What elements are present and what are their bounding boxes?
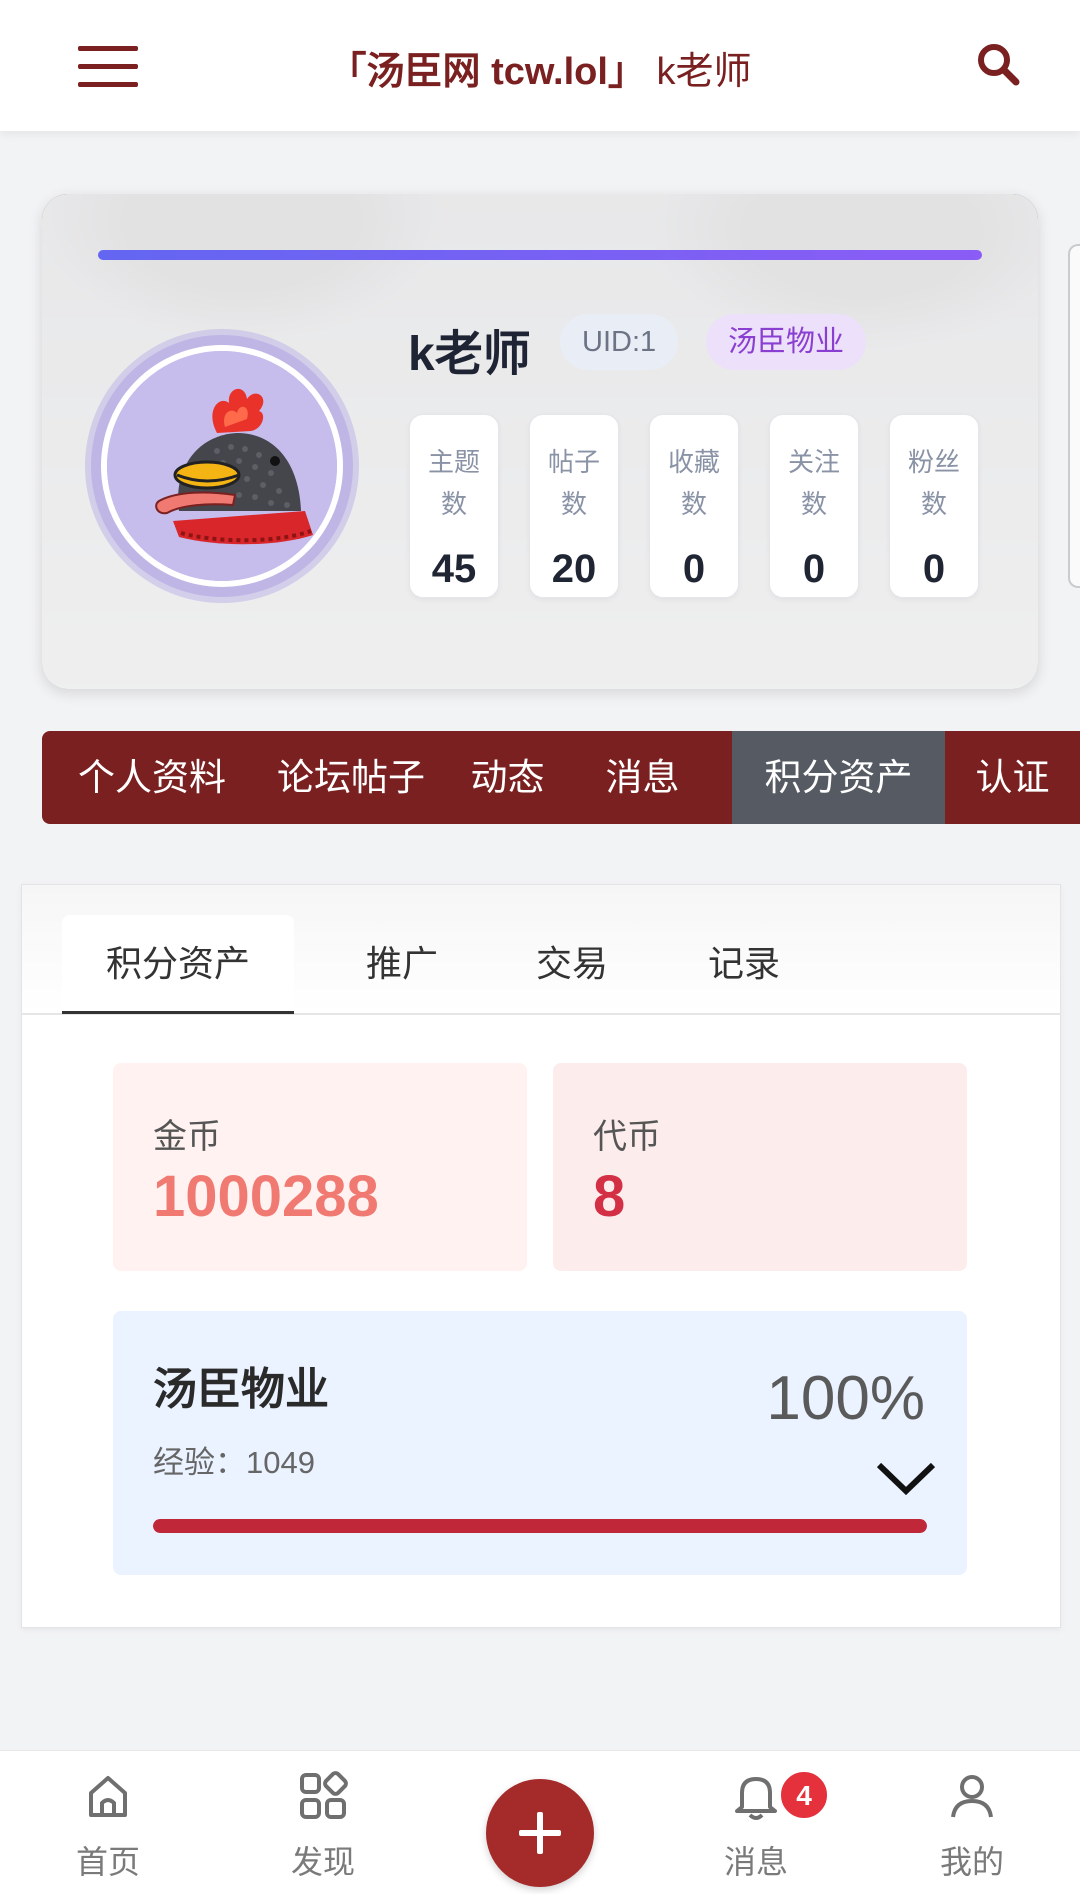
assets-panel: 积分资产 推广 交易 记录 金币 1000288 代币 8 汤臣物业 经验：10… — [21, 884, 1061, 1628]
token-card: 代币 8 — [553, 1063, 967, 1271]
user-name: k老师 — [408, 328, 531, 381]
stat-label: 粉丝数 — [907, 447, 960, 519]
subtab-trade[interactable]: 交易 — [492, 915, 652, 1013]
stat-value: 20 — [551, 547, 597, 591]
home-icon — [83, 1771, 133, 1821]
bell-icon — [731, 1771, 781, 1821]
token-label: 代币 — [593, 1118, 661, 1156]
gold-label: 金币 — [153, 1118, 221, 1156]
plus-icon — [519, 1812, 561, 1854]
side-drawer-handle[interactable] — [1068, 244, 1080, 588]
tab-verification[interactable]: 认证 — [945, 731, 1080, 824]
subtab-records[interactable]: 记录 — [664, 915, 824, 1013]
level-exp: 经验：1049 — [153, 1445, 315, 1480]
level-progress-fill — [153, 1519, 927, 1533]
stat-label: 收藏数 — [667, 447, 720, 519]
active-tab-underline — [62, 1011, 294, 1014]
asset-sub-tabs: 积分资产 推广 交易 记录 — [22, 885, 1060, 1015]
stat-label: 主题数 — [427, 447, 480, 519]
chevron-down-icon[interactable] — [875, 1459, 937, 1499]
nav-discover-label: 发现 — [290, 1844, 355, 1880]
stat-followers[interactable]: 粉丝数 0 — [889, 414, 979, 598]
role-badge: 汤臣物业 — [706, 314, 867, 370]
avatar[interactable] — [91, 335, 353, 597]
nav-mine[interactable]: 我的 — [902, 1771, 1042, 1883]
user-icon — [947, 1771, 997, 1821]
token-value: 8 — [593, 1164, 626, 1229]
nav-home-label: 首页 — [75, 1844, 140, 1880]
nav-messages-label: 消息 — [723, 1844, 788, 1880]
stat-value: 0 — [682, 547, 706, 591]
gold-coin-card: 金币 1000288 — [113, 1063, 527, 1271]
tab-forum-posts[interactable]: 论坛帖子 — [262, 731, 440, 824]
stat-topics[interactable]: 主题数 45 — [409, 414, 499, 598]
profile-card: k老师 UID:1 汤臣物业 主题数 45 帖子数 20 收藏数 0 关注数 0… — [42, 194, 1038, 689]
level-percent: 100% — [766, 1364, 925, 1433]
page-title: 「汤臣网 tcw.lol」 k老师 — [200, 40, 880, 95]
profile-top-bar — [98, 250, 982, 260]
stat-following[interactable]: 关注数 0 — [769, 414, 859, 598]
hamburger-menu-icon[interactable] — [58, 32, 158, 102]
search-icon[interactable] — [966, 38, 1030, 90]
stat-value: 0 — [922, 547, 946, 591]
tab-activity[interactable]: 动态 — [440, 731, 575, 824]
level-card[interactable]: 汤臣物业 经验：1049 100% — [113, 1311, 967, 1575]
nav-mine-label: 我的 — [939, 1844, 1004, 1880]
stat-label: 帖子数 — [547, 447, 600, 519]
subtab-promotion[interactable]: 推广 — [322, 915, 482, 1013]
tab-profile[interactable]: 个人资料 — [42, 731, 262, 824]
stat-posts[interactable]: 帖子数 20 — [529, 414, 619, 598]
title-user: k老师 — [656, 51, 752, 93]
rooster-avatar-icon — [107, 351, 337, 581]
tab-points-assets[interactable]: 积分资产 — [732, 731, 945, 824]
gold-value: 1000288 — [153, 1164, 379, 1229]
add-post-button[interactable] — [486, 1779, 594, 1887]
stat-favorites[interactable]: 收藏数 0 — [649, 414, 739, 598]
uid-badge: UID:1 — [560, 314, 679, 370]
stat-value: 0 — [802, 547, 826, 591]
level-name: 汤臣物业 — [153, 1365, 329, 1414]
message-count-badge: 4 — [778, 1769, 830, 1821]
tab-messages[interactable]: 消息 — [575, 731, 710, 824]
stat-value: 45 — [431, 547, 477, 591]
profile-main-tabs: 个人资料 论坛帖子 动态 消息 积分资产 认证 — [42, 731, 1080, 824]
nav-home[interactable]: 首页 — [38, 1771, 178, 1883]
discover-grid-icon — [298, 1771, 348, 1821]
nav-discover[interactable]: 发现 — [253, 1771, 393, 1883]
bottom-nav: 首页 发现 消息 4 我的 — [0, 1750, 1080, 1894]
subtab-points-assets[interactable]: 积分资产 — [62, 915, 294, 1013]
site-name: 「汤臣网 tcw.lol」 — [328, 51, 646, 93]
stat-label: 关注数 — [787, 447, 840, 519]
level-progress-bar — [153, 1519, 927, 1533]
top-header: 「汤臣网 tcw.lol」 k老师 — [0, 0, 1080, 131]
